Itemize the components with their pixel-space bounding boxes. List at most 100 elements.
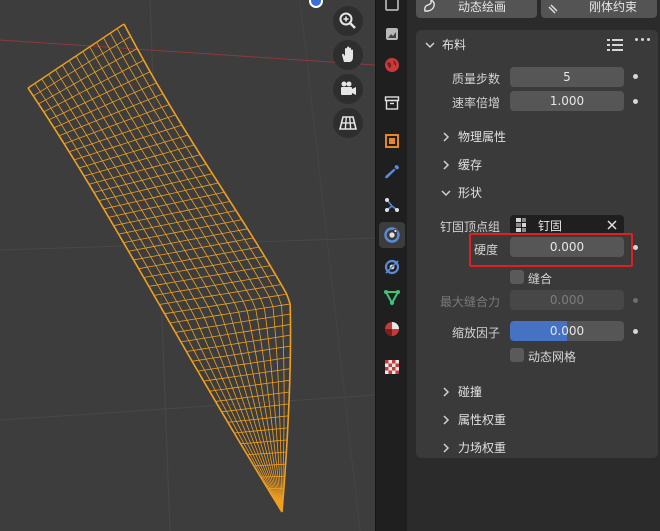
mesh-edge [216, 345, 224, 348]
modifier-wrench-icon[interactable] [379, 159, 405, 185]
physical-properties-subpanel[interactable]: 物理属性 [440, 128, 506, 145]
mesh-edge [283, 368, 291, 370]
grid-perspective-icon[interactable] [333, 108, 363, 138]
mesh-edge [279, 476, 281, 489]
list-menu-icon[interactable] [607, 38, 623, 52]
mesh-edge [262, 348, 270, 351]
object-icon[interactable] [379, 128, 405, 154]
cloth-mesh[interactable] [27, 23, 292, 513]
mesh-edge [214, 390, 222, 401]
drag-handle-dot [641, 38, 644, 41]
mesh-edge [244, 237, 254, 240]
keyframe-dot[interactable] [633, 74, 638, 79]
data-icon[interactable] [379, 284, 405, 310]
mesh-edge [218, 244, 225, 254]
mesh-edge [230, 410, 237, 422]
zoom-icon[interactable] [333, 6, 363, 36]
mesh-edge [252, 372, 260, 375]
mesh-edge [117, 183, 127, 187]
property-weights-subpanel[interactable]: 属性权重 [440, 411, 506, 428]
mesh-edge [144, 199, 151, 209]
keyframe-dot[interactable] [633, 298, 638, 303]
material-icon[interactable] [379, 316, 405, 342]
mesh-edge [208, 304, 218, 308]
mesh-edge [218, 272, 227, 275]
mesh-edge [104, 179, 111, 189]
physics-icon[interactable] [379, 222, 405, 248]
mesh-edge [74, 156, 82, 161]
keyframe-dot[interactable] [633, 99, 638, 104]
keyframe-dot[interactable] [633, 329, 638, 334]
shrink-factor-slider[interactable]: 0.000 [510, 321, 624, 341]
mesh-edge [208, 346, 217, 349]
quality-steps-field[interactable]: 5 [510, 67, 624, 87]
mesh-edge [215, 379, 222, 390]
mesh-edge [96, 181, 103, 191]
mesh-edge [104, 149, 111, 159]
collection-icon[interactable] [379, 90, 405, 116]
dynamic-paint-button[interactable]: 动态绘画 [416, 0, 537, 18]
mesh-edge [225, 399, 232, 411]
mesh-edge [127, 142, 134, 152]
3d-viewport[interactable] [0, 0, 375, 531]
mesh-edge [79, 89, 87, 94]
mesh-edge [119, 205, 126, 214]
field-weights-subpanel[interactable]: 力场权重 [440, 439, 506, 456]
mesh-edge [106, 92, 113, 103]
drag-handle-icon[interactable] [635, 38, 638, 41]
mesh-edge [187, 238, 197, 241]
dynamic-mesh-checkbox[interactable] [510, 348, 524, 362]
mesh-edge [203, 317, 209, 328]
mesh-edge [141, 89, 149, 101]
hand-pan-icon[interactable] [333, 40, 363, 70]
close-icon[interactable] [606, 219, 618, 231]
mesh-edge [156, 141, 165, 145]
pin-group-field[interactable]: 钉固 [510, 215, 624, 235]
sewing-checkbox[interactable] [510, 270, 524, 284]
mesh-edge [104, 147, 113, 151]
particles-icon[interactable] [379, 192, 405, 218]
mesh-edge [154, 106, 162, 111]
mesh-edge [250, 330, 254, 342]
mesh-edge [155, 214, 164, 218]
camera-icon[interactable] [333, 74, 363, 104]
mesh-edge [207, 254, 217, 257]
output-icon[interactable] [379, 21, 405, 47]
mesh-edge [176, 158, 185, 162]
mesh-edge [173, 172, 181, 182]
mesh-edge [109, 48, 117, 61]
collisions-subpanel[interactable]: 碰撞 [440, 383, 482, 400]
mesh-edge [52, 95, 59, 105]
mesh-edge [233, 354, 238, 366]
speed-multiplier-label: 速率倍增 [451, 96, 500, 110]
mesh-edge [203, 266, 210, 277]
mesh-edge [200, 275, 210, 278]
mesh-edge [92, 95, 100, 100]
mesh-edge [99, 171, 106, 181]
mesh-edge [246, 443, 254, 455]
mesh-edge [252, 266, 262, 270]
keyframe-dot[interactable] [633, 245, 638, 250]
mesh-edge [166, 127, 175, 131]
mesh-edge [230, 231, 237, 242]
mesh-edge [108, 64, 116, 76]
speed-multiplier-field[interactable]: 1.000 [510, 91, 624, 111]
mesh-edge [191, 328, 201, 331]
mesh-edge [237, 289, 247, 293]
max-sewing-field[interactable]: 0.000 [510, 290, 624, 310]
mesh-edge [165, 174, 173, 184]
mesh-edge [182, 198, 192, 202]
texture-icon[interactable] [379, 354, 405, 380]
mesh-edge [143, 134, 152, 138]
mesh-edge [120, 142, 129, 146]
mesh-edge [277, 381, 280, 394]
mesh-edge [176, 222, 184, 232]
mesh-edge [186, 349, 194, 352]
shape-subpanel[interactable]: 形状 [440, 184, 482, 201]
constraints-icon[interactable] [379, 254, 405, 280]
cloth-panel-header[interactable]: 布料 [424, 36, 466, 53]
rigid-body-constraint-button[interactable]: 刚体约束 [541, 0, 657, 18]
render-icon[interactable] [379, 0, 405, 18]
world-icon[interactable] [379, 52, 405, 78]
cache-subpanel[interactable]: 缓存 [440, 156, 482, 173]
